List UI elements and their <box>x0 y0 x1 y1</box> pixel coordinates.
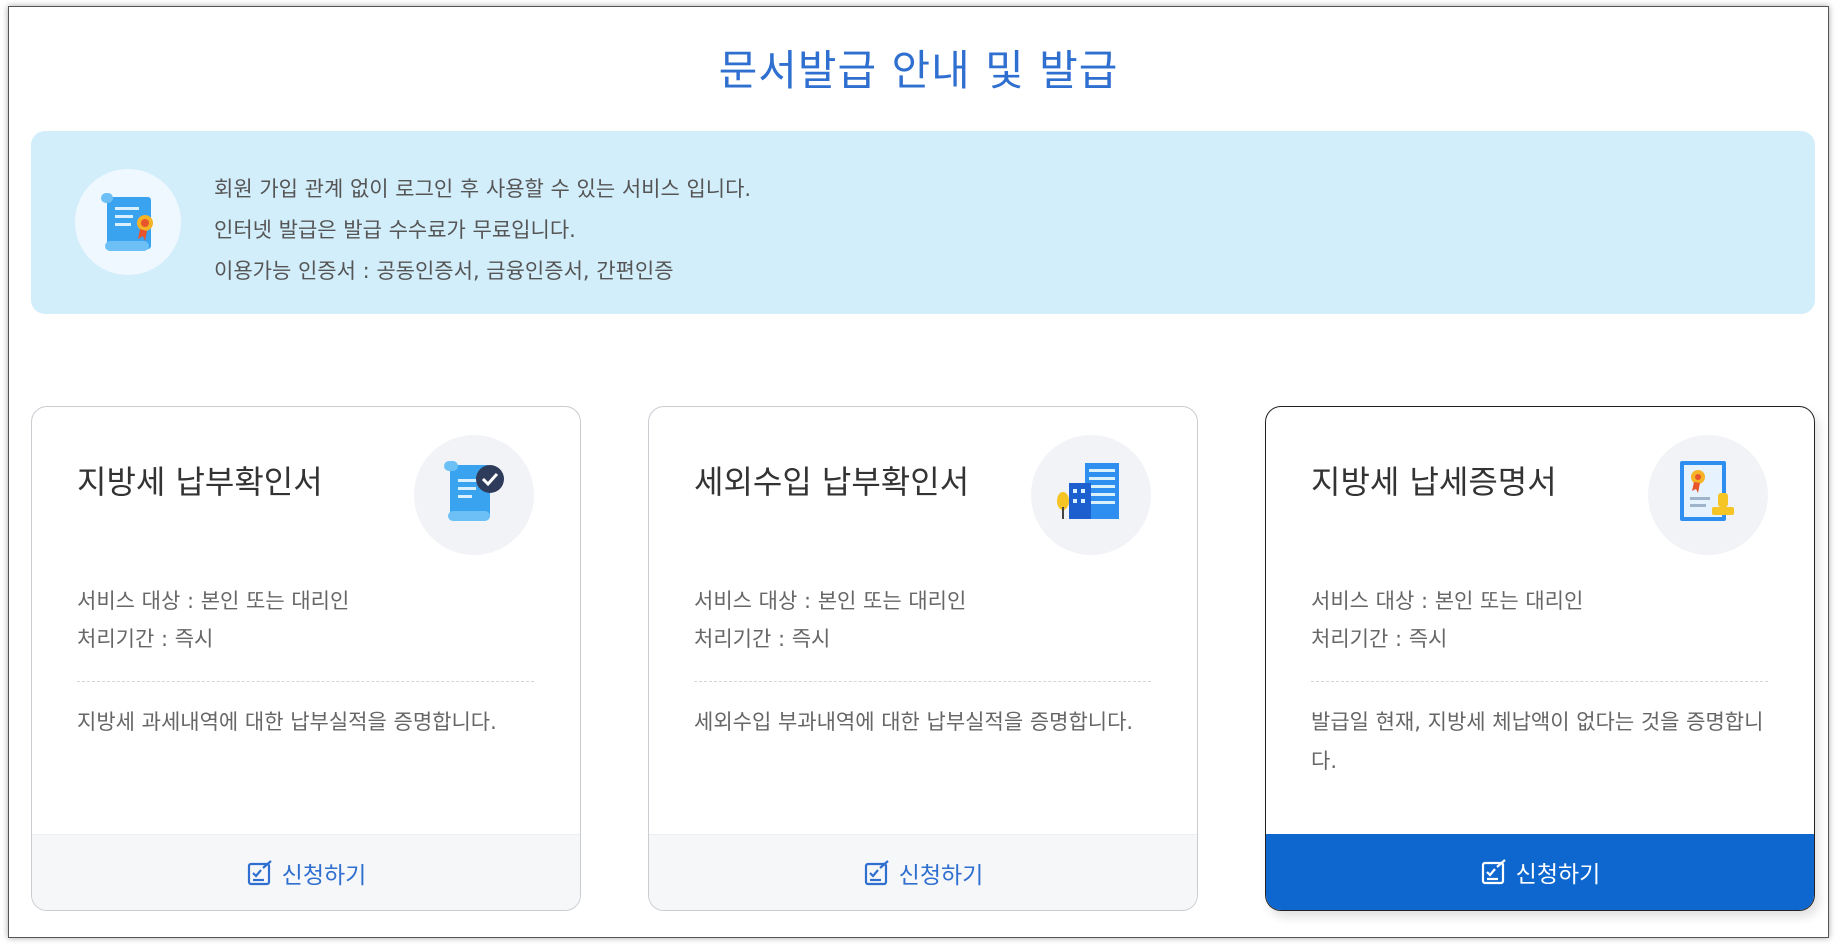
edit-checklist-icon <box>1481 859 1506 885</box>
apply-button[interactable]: 신청하기 <box>649 834 1197 910</box>
info-text: 회원 가입 관계 없이 로그인 후 사용할 수 있는 서비스 입니다. 인터넷 … <box>214 169 751 292</box>
certificate-scroll-icon <box>75 169 181 275</box>
card-title: 지방세 납부확인서 <box>77 463 323 501</box>
apply-button-label: 신청하기 <box>1515 862 1601 888</box>
card-meta: 서비스 대상 : 본인 또는 대리인 처리기간 : 즉시 <box>694 582 966 658</box>
processing-period: 처리기간 : 즉시 <box>1311 627 1448 651</box>
page-title: 문서발급 안내 및 발급 <box>718 46 1119 95</box>
card-meta: 서비스 대상 : 본인 또는 대리인 처리기간 : 즉시 <box>1311 582 1583 658</box>
card-description: 지방세 과세내역에 대한 납부실적을 증명합니다. <box>77 710 497 734</box>
service-target: 서비스 대상 : 본인 또는 대리인 <box>77 589 350 613</box>
card-non-tax-payment-confirmation: 세외수입 납부확인서 서비스 대상 : 본인 또는 대리인 처리기간 : 즉시 <box>648 406 1198 911</box>
card-description: 세외수입 부과내역에 대한 납부실적을 증명합니다. <box>694 710 1134 734</box>
divider <box>77 681 534 682</box>
card-title: 세외수입 납부확인서 <box>694 463 970 501</box>
document-check-icon <box>414 435 534 555</box>
edit-checklist-icon <box>247 859 272 885</box>
card-tax-payment-certificate: 지방세 납세증명서 서비스 대상 : 본인 또는 대리인 처리기간 : 즉시 발… <box>1265 406 1815 911</box>
page-frame: 문서발급 안내 및 발급 회원 가입 관계 없이 로그인 후 사용할 수 있는 … <box>8 6 1829 938</box>
building-icon <box>1031 435 1151 555</box>
apply-button-label: 신청하기 <box>898 862 984 889</box>
apply-button[interactable]: 신청하기 <box>32 834 580 910</box>
info-line: 이용가능 인증서 : 공동인증서, 금융인증서, 간편인증 <box>214 259 674 283</box>
info-line: 회원 가입 관계 없이 로그인 후 사용할 수 있는 서비스 입니다. <box>214 177 752 201</box>
card-description: 발급일 현재, 지방세 체납액이 없다는 것을 증명합니다. <box>1311 710 1764 773</box>
card-title: 지방세 납세증명서 <box>1311 463 1557 501</box>
card-meta: 서비스 대상 : 본인 또는 대리인 처리기간 : 즉시 <box>77 582 349 658</box>
info-line: 인터넷 발급은 발급 수수료가 무료입니다. <box>214 218 576 242</box>
info-box: 회원 가입 관계 없이 로그인 후 사용할 수 있는 서비스 입니다. 인터넷 … <box>31 131 1815 314</box>
service-target: 서비스 대상 : 본인 또는 대리인 <box>694 589 967 613</box>
service-target: 서비스 대상 : 본인 또는 대리인 <box>1311 589 1584 613</box>
card-payment-confirmation: 지방세 납부확인서 서비스 대상 : 본인 또는 대리인 처리기간 : 즉시 지… <box>31 406 581 911</box>
apply-button[interactable]: 신청하기 <box>1266 834 1814 910</box>
divider <box>694 681 1151 682</box>
certificate-stamp-icon <box>1648 435 1768 555</box>
divider <box>1311 681 1768 682</box>
processing-period: 처리기간 : 즉시 <box>77 627 214 651</box>
edit-checklist-icon <box>864 859 889 885</box>
apply-button-label: 신청하기 <box>281 862 367 889</box>
processing-period: 처리기간 : 즉시 <box>694 627 831 651</box>
